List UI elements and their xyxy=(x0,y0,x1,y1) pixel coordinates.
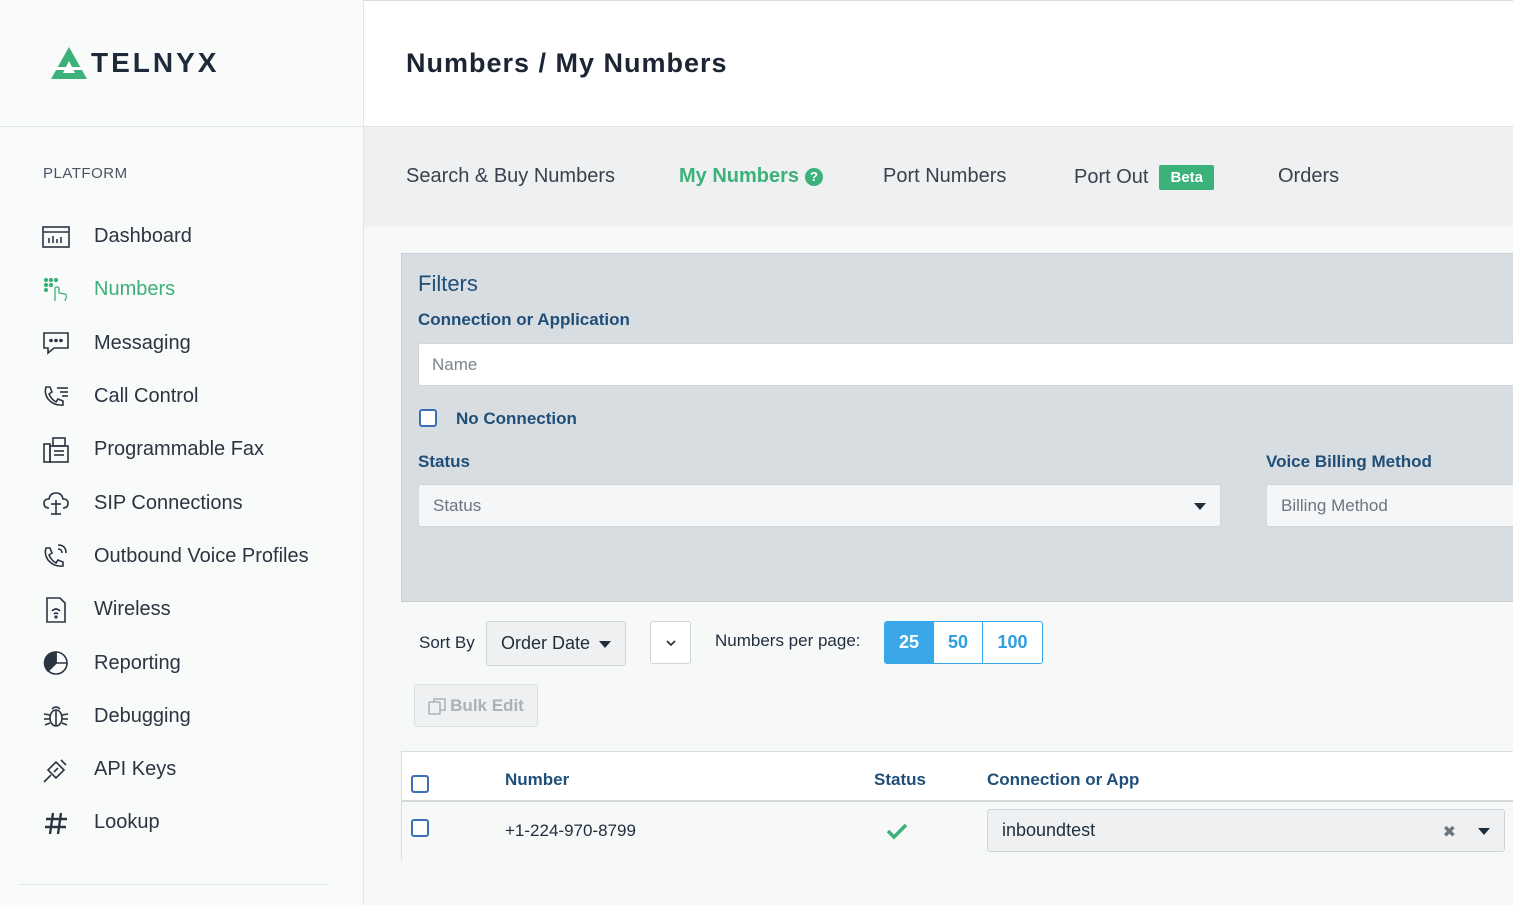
sidebar-item-label: SIP Connections xyxy=(94,491,243,514)
sort-by-label: Sort By xyxy=(419,633,475,652)
sidebar-item-outbound-voice-profiles[interactable]: Outbound Voice Profiles xyxy=(0,530,363,583)
tab-label: My Numbers xyxy=(679,165,800,187)
tab-label: Port Numbers xyxy=(883,165,1007,187)
caret-down-icon xyxy=(599,640,611,648)
sidebar-item-sip-connections[interactable]: SIP Connections xyxy=(0,476,363,529)
pie-chart-icon xyxy=(42,649,70,677)
sidebar-item-label: Outbound Voice Profiles xyxy=(94,544,309,567)
column-header-connection[interactable]: Connection or App xyxy=(987,770,1139,790)
sidebar-section-label: PLATFORM xyxy=(43,165,128,182)
select-all-checkbox[interactable] xyxy=(411,775,429,793)
tab-my-numbers[interactable]: My Numbers ? xyxy=(679,165,824,188)
sidebar-item-api-keys[interactable]: API Keys xyxy=(0,743,363,796)
no-connection-label: No Connection xyxy=(456,409,577,428)
tab-port-out[interactable]: Port Out Beta xyxy=(1074,165,1214,190)
help-icon[interactable]: ? xyxy=(805,167,824,186)
per-page-100-button[interactable]: 100 xyxy=(983,622,1042,663)
connection-name-placeholder: Name xyxy=(432,354,478,374)
caret-down-icon xyxy=(1478,827,1490,835)
row-checkbox[interactable] xyxy=(411,819,429,837)
sidebar-item-call-control[interactable]: Call Control xyxy=(0,370,363,423)
logo[interactable]: TELNYX xyxy=(0,0,363,127)
key-icon xyxy=(42,756,70,784)
status-select[interactable]: Status xyxy=(418,484,1221,527)
per-page-selector: 25 50 100 xyxy=(884,621,1043,664)
sidebar-item-label: Call Control xyxy=(94,385,199,408)
phone-number[interactable]: +1-224-970-8799 xyxy=(505,821,636,841)
table-row: +1-224-970-8799 inboundtest ✖ xyxy=(402,802,1513,860)
sort-direction-button[interactable] xyxy=(650,621,691,664)
sidebar-item-label: API Keys xyxy=(94,758,177,781)
billing-filter-label: Voice Billing Method xyxy=(1266,452,1432,471)
no-connection-checkbox[interactable] xyxy=(419,409,437,427)
sim-card-icon xyxy=(42,596,70,624)
sidebar-item-messaging[interactable]: Messaging xyxy=(0,317,363,370)
tab-label: Orders xyxy=(1278,165,1340,187)
check-icon xyxy=(886,823,908,840)
phone-outgoing-icon xyxy=(42,542,70,570)
connection-select-value: inboundtest xyxy=(1002,820,1096,840)
filters-title: Filters xyxy=(418,271,478,296)
status-filter-label: Status xyxy=(418,452,470,471)
billing-method-placeholder: Billing Method xyxy=(1281,495,1388,515)
column-header-status[interactable]: Status xyxy=(874,770,926,790)
sidebar-item-label: Numbers xyxy=(94,278,176,301)
sidebar-item-label: Lookup xyxy=(94,811,160,834)
sort-by-select[interactable]: Order Date xyxy=(486,621,626,666)
sidebar-item-reporting[interactable]: Reporting xyxy=(0,636,363,689)
numbers-table: Number Status Connection or App +1-224-9… xyxy=(401,751,1513,860)
sidebar-item-numbers[interactable]: Numbers xyxy=(0,263,363,316)
bulk-edit-label: Bulk Edit xyxy=(450,695,524,715)
tab-search-buy-numbers[interactable]: Search & Buy Numbers xyxy=(406,165,615,188)
sidebar: TELNYX PLATFORM Dashboard Numbers Messag… xyxy=(0,0,364,905)
logo-text: TELNYX xyxy=(91,47,220,78)
connection-name-input[interactable]: Name xyxy=(418,343,1513,386)
filters-panel: Filters Connection or Application Name N… xyxy=(401,253,1513,602)
billing-method-select[interactable]: Billing Method xyxy=(1266,484,1513,527)
dashboard-icon xyxy=(42,223,70,251)
tab-orders[interactable]: Orders xyxy=(1278,165,1339,188)
phone-list-icon xyxy=(42,383,70,411)
numbers-keypad-icon xyxy=(42,276,70,304)
sidebar-item-label: Dashboard xyxy=(94,225,192,248)
copy-edit-icon xyxy=(428,697,446,715)
sidebar-item-programmable-fax[interactable]: Programmable Fax xyxy=(0,423,363,476)
clear-icon[interactable]: ✖ xyxy=(1443,822,1456,842)
sidebar-item-label: Debugging xyxy=(94,704,191,727)
bug-icon xyxy=(42,702,70,730)
caret-down-icon xyxy=(1194,502,1206,510)
sidebar-item-lookup[interactable]: Lookup xyxy=(0,796,363,849)
per-page-50-button[interactable]: 50 xyxy=(934,622,983,663)
hash-icon xyxy=(42,809,70,837)
sidebar-item-label: Reporting xyxy=(94,651,181,674)
chat-bubble-icon xyxy=(42,329,70,357)
tab-label: Search & Buy Numbers xyxy=(406,165,615,187)
connection-filter-label: Connection or Application xyxy=(418,310,630,329)
bulk-edit-button[interactable]: Bulk Edit xyxy=(414,684,538,727)
sidebar-item-label: Programmable Fax xyxy=(94,438,265,461)
telnyx-logo-icon xyxy=(51,47,87,79)
per-page-25-button[interactable]: 25 xyxy=(885,622,934,663)
page-header: Numbers / My Numbers xyxy=(364,0,1513,127)
chevron-down-icon xyxy=(665,639,676,646)
sidebar-item-wireless[interactable]: Wireless xyxy=(0,583,363,636)
sidebar-item-label: Messaging xyxy=(94,331,191,354)
column-header-number[interactable]: Number xyxy=(505,770,569,790)
sidebar-nav: Dashboard Numbers Messaging Call Control… xyxy=(0,210,363,850)
page-title: Numbers / My Numbers xyxy=(406,48,728,78)
connection-select[interactable]: inboundtest ✖ xyxy=(987,809,1505,852)
per-page-label: Numbers per page: xyxy=(715,631,861,650)
tab-bar: Search & Buy Numbers My Numbers ? Port N… xyxy=(364,127,1513,227)
sidebar-item-debugging[interactable]: Debugging xyxy=(0,690,363,743)
beta-badge: Beta xyxy=(1159,165,1214,190)
status-select-placeholder: Status xyxy=(433,495,482,515)
fax-icon xyxy=(42,436,70,464)
sip-cloud-icon xyxy=(42,489,70,517)
tab-label: Port Out xyxy=(1074,166,1149,188)
sidebar-item-label: Wireless xyxy=(94,598,171,621)
sort-by-value: Order Date xyxy=(501,633,591,653)
tab-port-numbers[interactable]: Port Numbers xyxy=(883,165,1006,188)
sidebar-divider xyxy=(18,884,327,885)
sidebar-item-dashboard[interactable]: Dashboard xyxy=(0,210,363,263)
